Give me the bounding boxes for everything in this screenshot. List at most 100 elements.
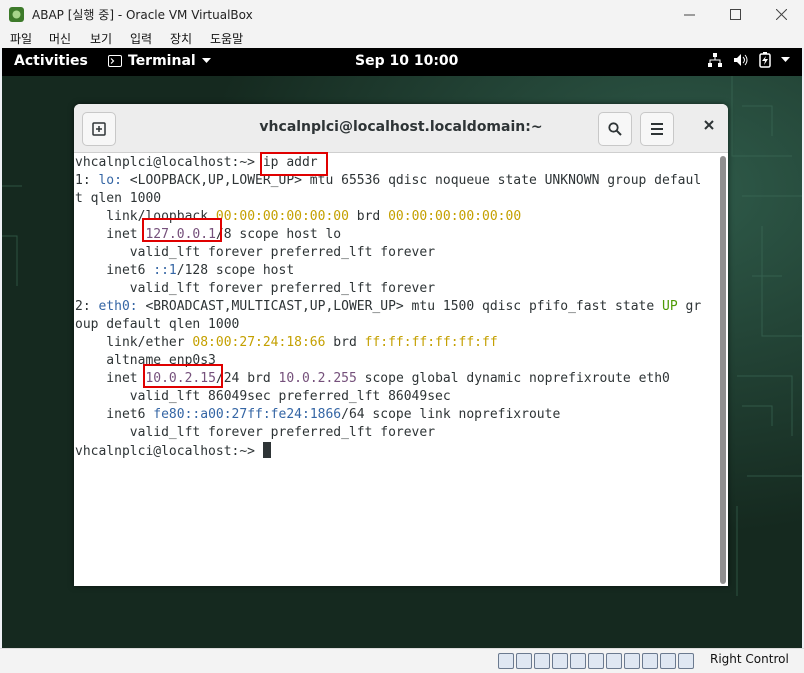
- inet-rest: /8 scope host lo: [215, 227, 342, 242]
- device-status-icons: [498, 653, 694, 669]
- iface-index: 2:: [75, 299, 91, 314]
- ipv6-address: ::1: [153, 263, 177, 278]
- maximize-icon: [729, 9, 741, 20]
- volume-icon: [734, 54, 748, 66]
- window-title: ABAP [실행 중] - Oracle VM VirtualBox: [32, 8, 253, 22]
- usb-icon[interactable]: [570, 653, 586, 669]
- menu-view[interactable]: 보기: [90, 30, 112, 47]
- menu-help[interactable]: 도움말: [210, 30, 243, 47]
- iface-flags-end: gr: [677, 299, 702, 314]
- iface-flags: <BROADCAST,MULTICAST,UP,LOWER_UP> mtu 15…: [137, 299, 663, 314]
- terminal-icon: [108, 55, 122, 67]
- terminal-app-menu[interactable]: Terminal: [108, 53, 211, 69]
- brd-mac: ff:ff:ff:ff:ff:ff: [364, 335, 498, 350]
- virtualbox-titlebar: ABAP [실행 중] - Oracle VM VirtualBox: [0, 0, 804, 30]
- terminal-line: valid_lft forever preferred_lft forever: [75, 245, 436, 260]
- host-key-label: Right Control: [710, 652, 789, 666]
- iface-flags: <LOOPBACK,UP,LOWER_UP> mtu 65536 qdisc n…: [121, 173, 702, 188]
- command-highlight-box: [260, 152, 328, 176]
- loopback-ip-highlight-box: [142, 218, 222, 242]
- iface-name: eth0:: [98, 299, 138, 314]
- display-icon[interactable]: [606, 653, 622, 669]
- broadcast-address: 10.0.2.255: [278, 371, 357, 386]
- minimize-button[interactable]: [666, 0, 712, 29]
- menu-machine[interactable]: 머신: [49, 30, 71, 47]
- inet-label: inet: [75, 227, 146, 242]
- inet-mid: /24 brd: [215, 371, 279, 386]
- terminal-window: vhcalnplci@localhost.localdomain:~ vhcal…: [74, 104, 728, 586]
- network-icon: [708, 53, 722, 67]
- search-button[interactable]: [598, 112, 632, 146]
- terminal-line: valid_lft 86049sec preferred_lft 86049se…: [75, 389, 451, 404]
- terminal-line: t qlen 1000: [75, 190, 715, 208]
- close-window-button[interactable]: [758, 0, 804, 29]
- maximize-button[interactable]: [712, 0, 758, 29]
- inet-label: inet: [75, 371, 146, 386]
- link-label: link/ether: [75, 335, 193, 350]
- mac-address: 08:00:27:24:18:66: [192, 335, 326, 350]
- ipv6-address: fe80::a00:27ff:fe24:1866: [153, 407, 342, 422]
- terminal-line: link/ether 08:00:27:24:18:66 brd ff:ff:f…: [75, 334, 715, 352]
- cpu-icon[interactable]: [642, 653, 658, 669]
- hamburger-menu-button[interactable]: [640, 112, 674, 146]
- terminal-line: valid_lft forever preferred_lft forever: [75, 281, 436, 296]
- terminal-headerbar: vhcalnplci@localhost.localdomain:~: [74, 104, 728, 153]
- terminal-line: 1: lo: <LOOPBACK,UP,LOWER_UP> mtu 65536 …: [75, 172, 715, 190]
- close-icon: [775, 9, 787, 20]
- audio-icon[interactable]: [534, 653, 550, 669]
- search-icon: [608, 122, 622, 136]
- terminal-line: oup default qlen 1000: [75, 316, 715, 334]
- inet6-rest: /128 scope host: [176, 263, 295, 278]
- menu-file[interactable]: 파일: [10, 30, 32, 47]
- iface-flags-wrap: t qlen 1000: [75, 191, 162, 206]
- clock[interactable]: Sep 10 10:00: [355, 53, 458, 69]
- system-tray[interactable]: [707, 52, 790, 68]
- terminal-close-button[interactable]: [704, 118, 714, 134]
- virtualbox-statusbar: Right Control: [0, 648, 804, 673]
- shared-folders-icon[interactable]: [588, 653, 604, 669]
- terminal-line: vhcalnplci@localhost:~> ip addr: [75, 154, 715, 172]
- inet6-rest: /64 scope link noprefixroute: [341, 407, 561, 422]
- menu-devices[interactable]: 장치: [170, 30, 192, 47]
- text-cursor: [262, 442, 271, 458]
- hamburger-menu-icon: [651, 123, 663, 135]
- brd-label: brd: [348, 209, 389, 224]
- mac-address: 00:00:00:00:00:00: [215, 209, 349, 224]
- virtualbox-app-icon: [9, 7, 24, 22]
- mouse-integration-icon[interactable]: [660, 653, 676, 669]
- recording-icon[interactable]: [624, 653, 640, 669]
- network-adapter-icon[interactable]: [552, 653, 568, 669]
- terminal-line: valid_lft forever preferred_lft forever: [75, 425, 436, 440]
- keyboard-capture-icon[interactable]: [678, 653, 694, 669]
- inet6-label: inet6: [75, 407, 154, 422]
- minimize-icon: [683, 14, 695, 16]
- gnome-top-bar: Activities Terminal Sep 10 10:00: [2, 48, 802, 76]
- brd-mac: 00:00:00:00:00:00: [388, 209, 522, 224]
- hard-disk-icon[interactable]: [498, 653, 514, 669]
- power-menu-chevron-icon: [781, 57, 790, 62]
- terminal-line: inet6 fe80::a00:27ff:fe24:1866/64 scope …: [75, 406, 715, 424]
- iface-index: 1:: [75, 173, 91, 188]
- activities-button[interactable]: Activities: [14, 53, 88, 69]
- inet-rest: scope global dynamic noprefixroute eth0: [356, 371, 670, 386]
- menu-input[interactable]: 입력: [130, 30, 152, 47]
- prompt: vhcalnplci@localhost:~>: [75, 444, 263, 459]
- app-menu-label: Terminal: [128, 53, 196, 69]
- iface-name: lo:: [98, 173, 122, 188]
- eth0-ip-highlight-box: [143, 364, 223, 388]
- scrollbar-thumb[interactable]: [720, 156, 726, 584]
- virtualbox-menubar: 파일 머신 보기 입력 장치 도움말: [0, 29, 804, 48]
- close-icon: [704, 120, 714, 130]
- iface-flags-wrap: oup default qlen 1000: [75, 317, 240, 332]
- brd-label: brd: [325, 335, 365, 350]
- iface-state: UP: [662, 299, 678, 314]
- terminal-scrollbar[interactable]: [720, 156, 726, 584]
- terminal-line: vhcalnplci@localhost:~>: [75, 442, 715, 460]
- terminal-line: 2: eth0: <BROADCAST,MULTICAST,UP,LOWER_U…: [75, 298, 715, 316]
- battery-icon: [759, 52, 771, 68]
- inet6-label: inet6: [75, 263, 154, 278]
- terminal-line: inet6 ::1/128 scope host: [75, 262, 715, 280]
- optical-drive-icon[interactable]: [516, 653, 532, 669]
- prompt: vhcalnplci@localhost:~>: [75, 155, 263, 170]
- chevron-down-icon: [201, 58, 211, 63]
